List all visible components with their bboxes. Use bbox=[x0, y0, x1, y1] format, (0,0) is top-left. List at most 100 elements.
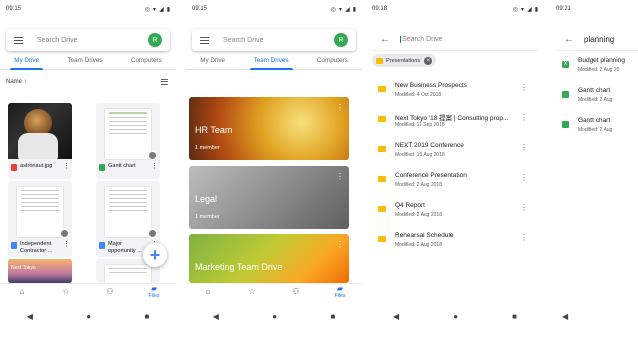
phone-presentations-search: 09:18 ◎ ▾ ◢ ▮ ← Search Drive Presentatio… bbox=[366, 0, 544, 300]
back-arrow-icon[interactable]: ← bbox=[380, 34, 390, 45]
avatar[interactable]: R bbox=[148, 33, 162, 47]
more-options-icon[interactable]: ⋮ bbox=[336, 172, 344, 181]
list-item[interactable]: X Budget planning Modified: 2 Aug 20 bbox=[550, 57, 638, 87]
search-bar[interactable]: Search Drive R bbox=[192, 29, 356, 51]
more-options-icon[interactable]: ⋮ bbox=[520, 143, 528, 152]
list-item[interactable]: Gantt chart Modified: 2 Aug bbox=[550, 87, 638, 117]
search-bar[interactable]: Search Drive R bbox=[6, 29, 170, 51]
more-options-icon[interactable]: ⋮ bbox=[520, 113, 528, 122]
starred-icon[interactable]: ☆ bbox=[238, 288, 266, 296]
more-options-icon[interactable]: ⋮ bbox=[63, 163, 70, 170]
status-icons: ◎ ▾ ◢ ▮ bbox=[145, 6, 170, 13]
back-icon[interactable]: ◀ bbox=[562, 312, 568, 321]
wifi-icon: ▾ bbox=[339, 6, 343, 13]
result-modified: Modified: 2 Aug 2018 bbox=[395, 212, 442, 218]
filter-chip[interactable]: Presentations × bbox=[372, 54, 437, 67]
result-title: New Business Prospects bbox=[395, 82, 467, 89]
search-bar[interactable]: ← planning bbox=[556, 29, 638, 51]
recents-icon[interactable]: ■ bbox=[144, 312, 149, 321]
tab-computers[interactable]: Computers bbox=[131, 54, 162, 69]
list-view-icon[interactable] bbox=[161, 79, 168, 85]
more-options-icon[interactable]: ⋮ bbox=[151, 163, 158, 170]
starred-icon[interactable]: ☆ bbox=[52, 288, 80, 296]
slides-icon bbox=[378, 116, 386, 122]
search-placeholder: Search Drive bbox=[37, 36, 78, 44]
system-nav-bar: ◀ bbox=[550, 308, 638, 324]
search-input[interactable]: Search Drive bbox=[400, 36, 442, 43]
tab-my-drive[interactable]: My Drive bbox=[200, 54, 225, 69]
result-title: Gantt chart bbox=[578, 87, 611, 94]
back-icon[interactable]: ◀ bbox=[393, 312, 399, 321]
new-button[interactable]: + bbox=[143, 243, 167, 267]
home-button-icon[interactable]: ● bbox=[272, 312, 277, 321]
list-item[interactable]: NEXT 2019 Conference Modified: 15 Aug 20… bbox=[366, 140, 544, 170]
more-options-icon[interactable]: ⋮ bbox=[336, 103, 344, 112]
back-arrow-icon[interactable]: ← bbox=[564, 34, 574, 45]
file-card[interactable]: Gantt chart ⋮ bbox=[96, 103, 160, 179]
tab-team-drives[interactable]: Team Drives bbox=[68, 54, 103, 69]
more-options-icon[interactable]: ⋮ bbox=[520, 83, 528, 92]
file-name: Gantt chart bbox=[108, 163, 136, 169]
shared-icon bbox=[148, 151, 157, 160]
file-card[interactable]: astronaut.jpg ⋮ bbox=[8, 103, 72, 179]
tab-my-drive[interactable]: My Drive bbox=[10, 54, 43, 70]
status-bar: 09:15 ◎ ▾ ◢ ▮ bbox=[186, 0, 362, 18]
back-icon[interactable]: ◀ bbox=[213, 312, 219, 321]
battery-icon: ▮ bbox=[166, 6, 170, 13]
tab-computers[interactable]: Computers bbox=[317, 54, 348, 69]
file-card[interactable]: Independent Contractor ... ⋮ bbox=[8, 181, 72, 257]
wifi-icon: ▾ bbox=[521, 6, 525, 13]
slides-icon bbox=[378, 236, 386, 242]
result-modified: Modified: 2 Aug bbox=[578, 127, 613, 133]
sort-name-button[interactable]: Name ↑ bbox=[6, 79, 27, 85]
files-nav[interactable]: ▰ Files bbox=[140, 285, 168, 300]
search-bar[interactable]: ← Search Drive bbox=[372, 29, 538, 51]
home-button-icon[interactable]: ● bbox=[86, 312, 91, 321]
files-nav[interactable]: ▰ Files bbox=[326, 285, 354, 300]
list-item[interactable]: Gantt chart Modified: 2 Aug bbox=[550, 117, 638, 147]
home-icon[interactable]: ⌂ bbox=[194, 288, 222, 296]
file-card[interactable]: Next Tokyo bbox=[8, 259, 72, 283]
recents-icon[interactable]: ■ bbox=[330, 312, 335, 321]
home-icon[interactable]: ⌂ bbox=[8, 288, 36, 296]
tokyo-thumbnail: Next Tokyo bbox=[8, 259, 72, 283]
menu-icon[interactable] bbox=[14, 36, 23, 44]
clear-filter-icon[interactable]: × bbox=[424, 56, 433, 65]
status-icons: ◎ ▾ ◢ ▮ bbox=[513, 6, 538, 13]
team-drive-card[interactable]: Marketing Team Drive ⋮ bbox=[189, 234, 349, 283]
list-item[interactable]: Next Tokyo '18 提案 | Consulting prop... M… bbox=[366, 110, 544, 140]
avatar[interactable]: R bbox=[334, 33, 348, 47]
file-name: astronaut.jpg bbox=[20, 163, 53, 169]
shared-people-icon[interactable]: ⚇ bbox=[282, 288, 310, 296]
menu-icon[interactable] bbox=[200, 36, 209, 44]
more-options-icon[interactable]: ⋮ bbox=[520, 203, 528, 212]
team-drive-name: Legal bbox=[195, 194, 218, 204]
list-item[interactable]: New Business Prospects Modified: 4 Oct 2… bbox=[366, 80, 544, 110]
more-options-icon[interactable]: ⋮ bbox=[520, 173, 528, 182]
result-modified: Modified: 4 Oct 2018 bbox=[395, 92, 442, 98]
team-drive-card[interactable]: Legal 1 member ⋮ bbox=[189, 166, 349, 229]
sheet-thumbnail bbox=[96, 103, 160, 160]
team-drive-name: HR Team bbox=[195, 125, 233, 135]
result-title: Next Tokyo '18 提案 | Consulting prop... bbox=[395, 115, 509, 122]
list-item[interactable]: Conference Presentation Modified: 2 Aug … bbox=[366, 170, 544, 200]
home-button-icon[interactable]: ● bbox=[453, 312, 458, 321]
search-placeholder: Search Drive bbox=[223, 36, 264, 44]
result-modified: Modified: 2 Aug 2018 bbox=[395, 182, 442, 188]
recents-icon[interactable]: ■ bbox=[512, 312, 517, 321]
bottom-nav: ⌂ ☆ ⚇ ▰ Files bbox=[186, 283, 362, 300]
list-item[interactable]: Q4 Report Modified: 2 Aug 2018 ⋮ bbox=[366, 200, 544, 230]
status-time: 09:15 bbox=[192, 6, 208, 12]
search-input[interactable]: planning bbox=[584, 35, 614, 44]
back-icon[interactable]: ◀ bbox=[27, 312, 33, 321]
more-options-icon[interactable]: ⋮ bbox=[336, 240, 344, 249]
file-name: Independent Contractor ... bbox=[20, 241, 53, 254]
list-item[interactable]: Rehearsal Schedule Modified: 2 Aug 2018 … bbox=[366, 230, 544, 260]
tab-team-drives[interactable]: Team Drives bbox=[249, 54, 293, 70]
shared-people-icon[interactable]: ⚇ bbox=[96, 288, 124, 296]
status-time: 09:21 bbox=[556, 6, 572, 12]
doc-preview bbox=[105, 187, 151, 237]
team-drive-card[interactable]: HR Team 1 member ⋮ bbox=[189, 97, 349, 160]
more-options-icon[interactable]: ⋮ bbox=[520, 233, 528, 242]
more-options-icon[interactable]: ⋮ bbox=[63, 241, 70, 248]
